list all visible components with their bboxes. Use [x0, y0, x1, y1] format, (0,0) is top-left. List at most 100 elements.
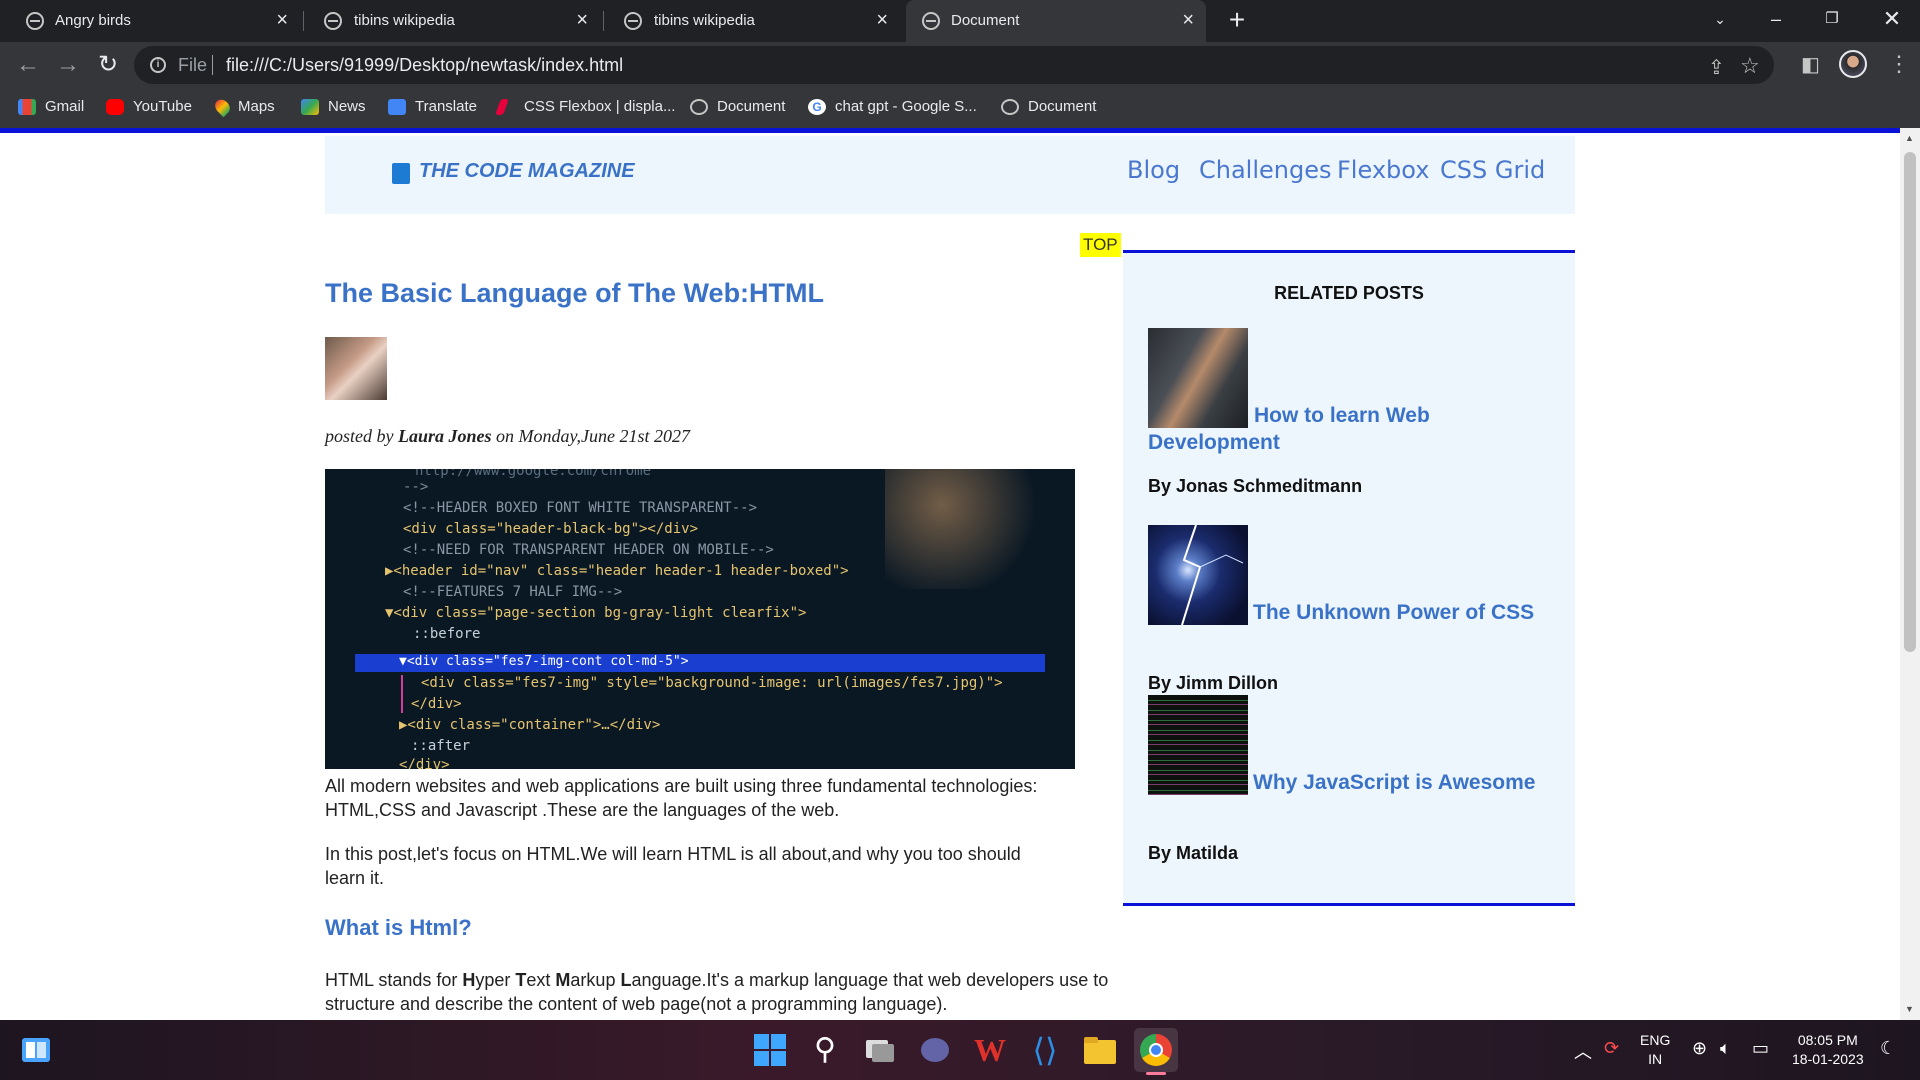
author-avatar: [325, 337, 387, 400]
text-run: H: [462, 970, 476, 990]
youtube-icon: [106, 98, 124, 115]
sync-icon[interactable]: ⟳: [1604, 1038, 1619, 1059]
start-windows-icon[interactable]: [752, 1032, 788, 1068]
clock-time: 08:05 PM: [1797, 1032, 1858, 1048]
bookmark-chat-gpt-search[interactable]: G chat gpt - Google S...: [808, 98, 977, 115]
translate-icon: [388, 98, 406, 115]
tab-search-icon[interactable]: ⌄: [1692, 0, 1748, 38]
bookmark-news[interactable]: News: [301, 98, 366, 115]
bookmark-translate[interactable]: Translate: [388, 98, 477, 115]
widgets-icon[interactable]: [20, 1034, 52, 1066]
close-icon[interactable]: ×: [576, 9, 588, 32]
bookmark-gmail[interactable]: Gmail: [18, 98, 84, 115]
task-view-icon[interactable]: [862, 1032, 898, 1068]
post-link[interactable]: The Unknown Power of CSS: [1253, 599, 1534, 626]
side-panel-icon[interactable]: ◧: [1801, 52, 1820, 77]
byline-prefix: posted by: [325, 426, 398, 446]
region-code: IN: [1648, 1051, 1663, 1067]
article-paragraph: In this post,let's focus on HTML.We will…: [325, 844, 1021, 888]
globe-icon: [1001, 98, 1019, 115]
nav-blog[interactable]: Blog: [1127, 156, 1180, 184]
code-line: ::after: [411, 738, 471, 754]
language-code: ENG: [1640, 1032, 1671, 1048]
reload-icon[interactable]: ↻: [92, 50, 124, 82]
bokeh-light: [885, 469, 1075, 589]
tab-tibins-wikipedia-1[interactable]: tibins wikipedia ×: [300, 0, 600, 42]
tab-strip: Angry birds × tibins wikipedia × tibins …: [0, 0, 1920, 42]
code-line: -->: [403, 479, 429, 495]
close-icon[interactable]: ×: [876, 9, 888, 32]
file-explorer-icon[interactable]: [1082, 1032, 1118, 1068]
tab-tibins-wikipedia-2[interactable]: tibins wikipedia ×: [600, 0, 900, 42]
tab-title: Document: [951, 12, 1020, 29]
bookmark-label: Maps: [238, 98, 275, 115]
news-icon: [301, 98, 319, 115]
post-link[interactable]: Why JavaScript is Awesome: [1253, 769, 1535, 796]
chrome-icon-center: [1149, 1043, 1163, 1057]
share-icon[interactable]: ⇪: [1708, 55, 1725, 80]
code-line: </div>: [399, 757, 450, 769]
bookmark-star-icon[interactable]: ☆: [1740, 53, 1760, 79]
bookmark-css-flexbox[interactable]: CSS Flexbox | displa...: [495, 98, 675, 115]
code-line: </div>: [411, 696, 462, 712]
code-line: http://www.google.com/chrome: [415, 469, 652, 479]
author-name: Laura Jones: [397, 426, 492, 446]
code-line: ▶<header id="nav" class="header header-1…: [385, 563, 849, 579]
page-scrollbar[interactable]: ▲ ▼: [1900, 128, 1920, 1020]
bookmark-youtube[interactable]: YouTube: [106, 98, 192, 115]
close-window-button[interactable]: ✕: [1864, 0, 1920, 38]
post-author: By Jimm Dillon: [1148, 673, 1279, 693]
new-tab-button[interactable]: +: [1222, 6, 1252, 36]
profile-avatar[interactable]: [1839, 50, 1867, 78]
back-arrow-icon[interactable]: ←: [12, 50, 44, 82]
bookmark-label: YouTube: [133, 98, 192, 115]
bookmark-document-1[interactable]: Document: [690, 98, 785, 115]
system-clock[interactable]: 08:05 PM 18-01-2023: [1792, 1031, 1864, 1069]
text-run: yper: [475, 970, 516, 990]
scrollbar-thumb[interactable]: [1904, 152, 1916, 652]
scroll-down-arrow-icon[interactable]: ▼: [1905, 1004, 1914, 1014]
scroll-up-arrow-icon[interactable]: ▲: [1905, 133, 1914, 143]
bookmark-label: Gmail: [45, 98, 85, 115]
top-badge[interactable]: TOP: [1080, 233, 1121, 257]
minimize-button[interactable]: –: [1748, 0, 1804, 38]
site-header: THE CODE MAGAZINE Blog Challenges Flexbo…: [325, 136, 1575, 214]
globe-icon: [690, 98, 708, 115]
url-text[interactable]: file:///C:/Users/91999/Desktop/newtask/i…: [226, 55, 623, 76]
code-line: ▼<div class="fes7-img-cont col-md-5">: [399, 654, 689, 669]
chrome-taskbar-button[interactable]: [1134, 1028, 1178, 1075]
bookmark-document-2[interactable]: Document: [1001, 98, 1096, 115]
nav-challenges[interactable]: Challenges: [1199, 156, 1332, 184]
tab-angry-birds[interactable]: Angry birds ×: [0, 0, 300, 42]
byline-date: on Monday,June 21st 2027: [491, 426, 690, 446]
tab-title: tibins wikipedia: [654, 12, 755, 29]
language-indicator[interactable]: ENG IN: [1640, 1031, 1670, 1069]
forward-arrow-icon[interactable]: →: [52, 50, 84, 82]
chevron-up-icon[interactable]: ︿: [1574, 1038, 1592, 1064]
text-run: ext: [526, 970, 556, 990]
search-icon[interactable]: ⚲: [807, 1032, 843, 1068]
restore-button[interactable]: ❐: [1804, 0, 1860, 38]
close-icon[interactable]: ×: [1182, 9, 1194, 32]
info-icon[interactable]: i: [150, 57, 166, 73]
bookmark-label: News: [328, 98, 366, 115]
site-brand[interactable]: THE CODE MAGAZINE: [419, 160, 635, 183]
bookmark-maps[interactable]: Maps: [212, 96, 275, 117]
nav-css-grid[interactable]: CSS Grid: [1440, 156, 1545, 184]
menu-dots-icon[interactable]: ⋮: [1888, 51, 1910, 77]
close-icon[interactable]: ×: [276, 9, 288, 32]
post-link[interactable]: How to learn Web Development: [1148, 402, 1448, 456]
tab-document[interactable]: Document ×: [906, 0, 1206, 42]
address-bar[interactable]: i File file:///C:/Users/91999/Desktop/ne…: [134, 46, 1774, 84]
teams-chat-icon[interactable]: [917, 1032, 953, 1068]
vscode-icon[interactable]: ⟨⟩: [1027, 1032, 1063, 1068]
network-icon[interactable]: ⊕: [1692, 1038, 1707, 1059]
nav-flexbox[interactable]: Flexbox: [1337, 156, 1429, 184]
post-thumbnail[interactable]: [1148, 524, 1248, 626]
post-thumbnail[interactable]: [1148, 695, 1248, 795]
battery-icon[interactable]: ▭: [1752, 1038, 1769, 1059]
article-title: The Basic Language of The Web:HTML: [325, 278, 825, 308]
wps-office-icon[interactable]: W: [972, 1032, 1008, 1068]
volume-icon[interactable]: 🔈︎: [1720, 1038, 1731, 1059]
notification-moon-icon[interactable]: ☾: [1880, 1038, 1896, 1059]
